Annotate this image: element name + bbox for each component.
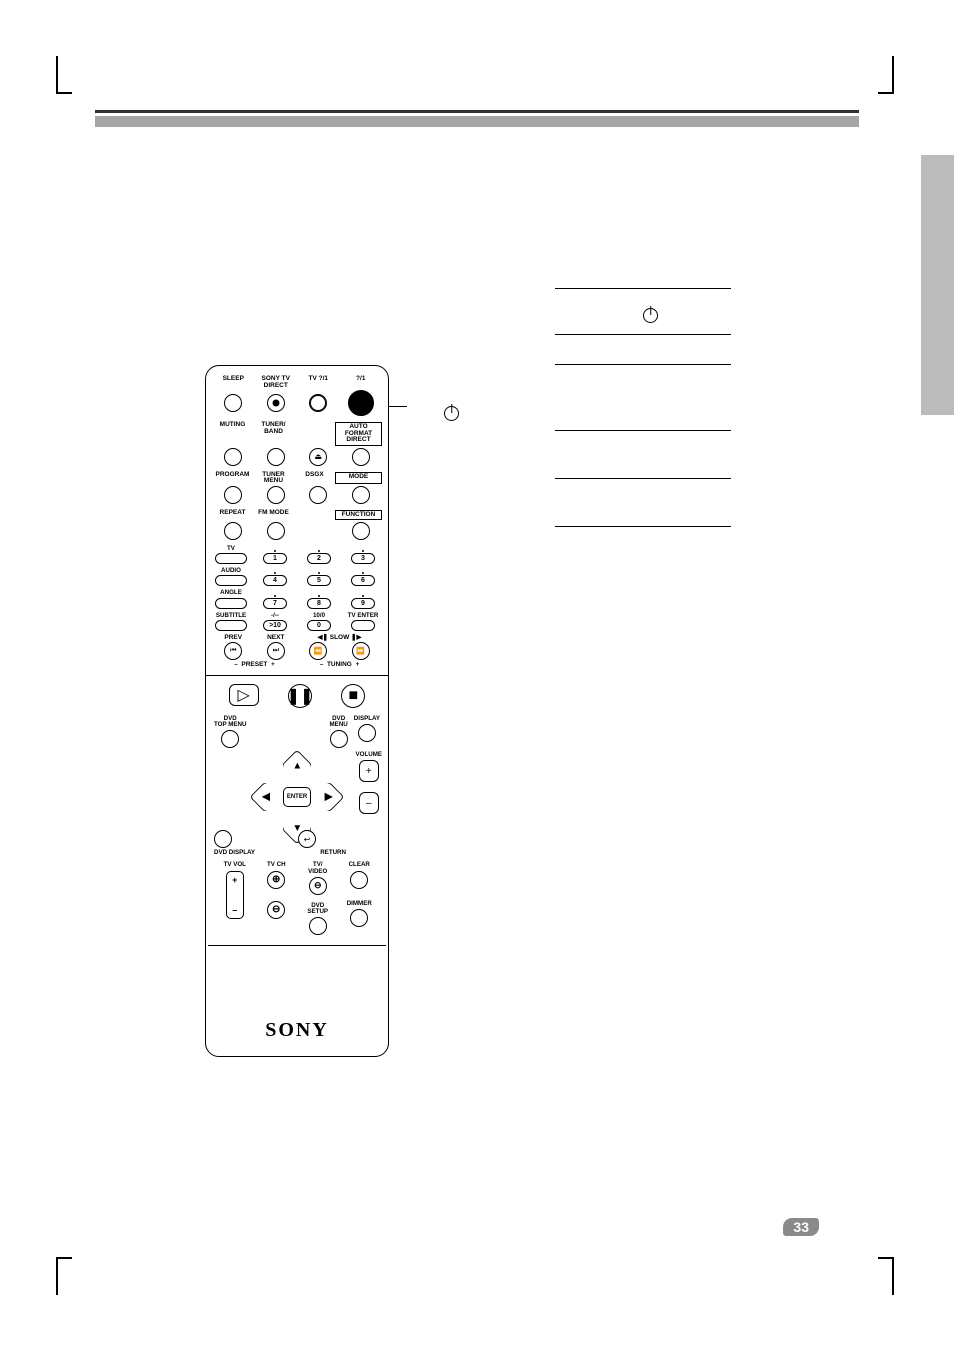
dsgx-button[interactable]: [309, 486, 327, 504]
fm-mode-button[interactable]: [267, 522, 285, 540]
step-line-2: The system turns on.: [555, 335, 731, 366]
dpad: ▲ ▼ ◀ ▶ ENTER: [252, 752, 342, 842]
tv-ch-up-button[interactable]: ⊕: [267, 871, 285, 889]
page-content: Turning on the system Turning on the sys…: [95, 110, 859, 1241]
tv-vol-rocker[interactable]: +–: [226, 871, 244, 919]
pause-button[interactable]: ❚❚: [288, 684, 312, 708]
play-button[interactable]: ▷: [229, 684, 259, 706]
tips-list: In standby mode, the ?/1 indicator turns…: [571, 568, 731, 695]
volume-up-button[interactable]: +: [359, 760, 379, 782]
num-8-button[interactable]: 8: [307, 598, 331, 609]
dpad-up-button[interactable]: ▲: [281, 750, 312, 781]
eject-button[interactable]: ⏏: [309, 448, 327, 466]
num-0-button[interactable]: 0: [307, 620, 331, 631]
step-line-4: To turn off the system, press ?/1 again.: [555, 431, 731, 479]
tip-item: When the system is on, the ?/1 indicator…: [571, 606, 731, 641]
procedure-heading: Turning on the system: [555, 265, 731, 289]
tips-heading: Tips: [555, 547, 731, 565]
step-line-3: The display window lights up and the sys…: [555, 365, 731, 431]
display-button[interactable]: [358, 724, 376, 742]
num-gt10-button[interactable]: >10: [263, 620, 287, 631]
num-9-button[interactable]: 9: [351, 598, 375, 609]
step-text: Press ?/1.: [581, 307, 731, 327]
num-3-button[interactable]: 3: [351, 553, 375, 564]
dimmer-button[interactable]: [350, 909, 368, 927]
step-line-5: The system enters standby mode.: [555, 479, 731, 527]
dvd-display-button[interactable]: [214, 830, 232, 848]
power-icon: [643, 308, 658, 323]
tv-video-button[interactable]: ⊖: [309, 877, 327, 895]
header-rule-top: [95, 110, 859, 113]
tv-power-button[interactable]: [309, 394, 327, 412]
auto-format-button[interactable]: [352, 448, 370, 466]
num-5-button[interactable]: 5: [307, 575, 331, 586]
tv-enter-button[interactable]: [351, 620, 375, 631]
tv-ch-down-button[interactable]: ⊖: [267, 901, 285, 919]
function-button[interactable]: [352, 522, 370, 540]
page-title: Turning on the system: [107, 147, 859, 175]
tuner-menu-button[interactable]: [267, 486, 285, 504]
page-number-badge: 33: [783, 1219, 819, 1237]
dvd-setup-button[interactable]: [309, 917, 327, 935]
power-button[interactable]: [348, 390, 374, 416]
enter-button[interactable]: ENTER: [283, 787, 311, 807]
prev-button[interactable]: ⏮: [224, 642, 242, 660]
sony-tv-direct-button[interactable]: [267, 394, 285, 412]
num-2-button[interactable]: 2: [307, 553, 331, 564]
dpad-right-button[interactable]: ▶: [313, 782, 344, 813]
dpad-left-button[interactable]: ◀: [249, 782, 280, 813]
repeat-button[interactable]: [224, 522, 242, 540]
power-callout: ?/1: [407, 400, 459, 423]
power-icon: [444, 406, 459, 421]
sleep-button[interactable]: [224, 394, 242, 412]
angle-button[interactable]: [215, 598, 247, 609]
num-1-button[interactable]: 1: [263, 553, 287, 564]
remote-row1-labels: SLEEP SONY TV DIRECT TV ?/1 ?/1: [212, 376, 382, 389]
side-tab: [921, 155, 954, 415]
procedure-column: Turning on the system 1 Press ?/1. The s…: [555, 265, 731, 697]
next-button[interactable]: ⏭: [267, 642, 285, 660]
remote-diagram: SLEEP SONY TV DIRECT TV ?/1 ?/1 MUTING T…: [205, 365, 405, 1057]
tip-item: In standby mode, the ?/1 indicator turns…: [571, 568, 731, 603]
remote-body: SLEEP SONY TV DIRECT TV ?/1 ?/1 MUTING T…: [205, 365, 389, 1057]
subtitle-button[interactable]: [215, 620, 247, 631]
num-7-button[interactable]: 7: [263, 598, 287, 609]
step-1: 1 Press ?/1.: [555, 301, 731, 334]
tip-item: Do not disconnect the AC power cord whil…: [571, 643, 731, 696]
header-rule-thick: [95, 116, 859, 127]
dvd-menu-button[interactable]: [330, 730, 348, 748]
num-6-button[interactable]: 6: [351, 575, 375, 586]
slow-fwd-button[interactable]: ⏩: [352, 642, 370, 660]
return-button[interactable]: ↩: [298, 830, 316, 848]
volume-down-button[interactable]: –: [359, 792, 379, 814]
dvd-top-menu-button[interactable]: [221, 730, 239, 748]
stop-button[interactable]: ■: [341, 684, 365, 708]
mode-button[interactable]: [352, 486, 370, 504]
tuner-band-button[interactable]: [267, 448, 285, 466]
step-number: 1: [555, 307, 581, 327]
audio-button[interactable]: [215, 575, 247, 586]
tv-button[interactable]: [215, 553, 247, 564]
slow-rev-button[interactable]: ⏪: [309, 642, 327, 660]
num-4-button[interactable]: 4: [263, 575, 287, 586]
brand-logo: SONY: [212, 1019, 382, 1042]
transport-section: ▷ ❚❚ ■ DVD TOP MENU DVD MENU DISP: [206, 675, 388, 983]
clear-button[interactable]: [350, 871, 368, 889]
muting-button[interactable]: [224, 448, 242, 466]
program-button[interactable]: [224, 486, 242, 504]
